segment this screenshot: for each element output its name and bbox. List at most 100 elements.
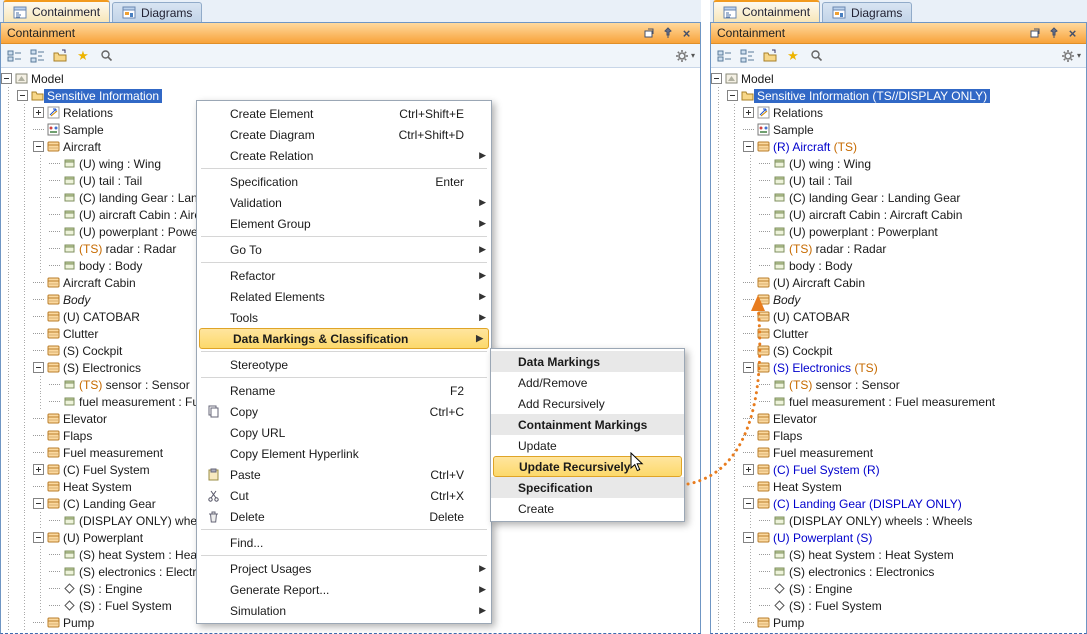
tree-item[interactable]: Heat System: [711, 478, 1086, 495]
float-icon[interactable]: [641, 26, 656, 41]
menu-item-cut[interactable]: CutCtrl+X: [197, 485, 491, 506]
submenu-item-create[interactable]: Create: [491, 498, 684, 519]
tree-item[interactable]: Sensitive Information (TS//DISPLAY ONLY): [711, 87, 1086, 104]
menu-item-go-to[interactable]: Go To▶: [197, 239, 491, 260]
tree-item[interactable]: (U) CATOBAR: [711, 308, 1086, 325]
menu-item-create-diagram[interactable]: Create DiagramCtrl+Shift+D: [197, 124, 491, 145]
toolbar-options-group[interactable]: ▾: [1061, 49, 1081, 63]
menu-item-refactor[interactable]: Refactor▶: [197, 265, 491, 286]
close-icon[interactable]: ×: [679, 26, 694, 41]
collapse-icon[interactable]: [33, 532, 44, 543]
tree-item[interactable]: Model: [1, 70, 700, 87]
tree-item[interactable]: Elevator: [711, 410, 1086, 427]
tree-item[interactable]: Pump: [711, 614, 1086, 631]
menu-item-find[interactable]: Find...: [197, 532, 491, 553]
menu-item-specification[interactable]: SpecificationEnter: [197, 171, 491, 192]
menu-item-data-markings-classification[interactable]: Data Markings & Classification▶: [199, 328, 489, 349]
menu-item-validation[interactable]: Validation▶: [197, 192, 491, 213]
tree-item[interactable]: fuel measurement : Fuel measurement: [711, 393, 1086, 410]
menu-item-rename[interactable]: RenameF2: [197, 380, 491, 401]
expand-icon[interactable]: [33, 464, 44, 475]
tree-item[interactable]: (U) wing : Wing: [711, 155, 1086, 172]
menu-item-simulation[interactable]: Simulation▶: [197, 600, 491, 621]
collapse-icon[interactable]: [743, 141, 754, 152]
search-icon[interactable]: [808, 48, 824, 64]
search-icon[interactable]: [98, 48, 114, 64]
collapse-all-icon[interactable]: [6, 48, 22, 64]
tab-containment[interactable]: Containment: [3, 0, 110, 22]
submenu-item-add-recursively[interactable]: Add Recursively: [491, 393, 684, 414]
menu-item-stereotype[interactable]: Stereotype: [197, 354, 491, 375]
dropdown-caret-icon[interactable]: ▾: [691, 52, 695, 60]
options-gear-icon[interactable]: [1061, 49, 1075, 63]
tree-item[interactable]: Fuel measurement: [711, 444, 1086, 461]
tree-item[interactable]: (C) Landing Gear (DISPLAY ONLY): [711, 495, 1086, 512]
tree-item[interactable]: (U) Aircraft Cabin: [711, 274, 1086, 291]
tree-item[interactable]: (DISPLAY ONLY) wheels : Wheels: [711, 512, 1086, 529]
open-diagram-icon[interactable]: [52, 48, 68, 64]
tree-item[interactable]: (U) aircraft Cabin : Aircraft Cabin: [711, 206, 1086, 223]
collapse-icon[interactable]: [33, 498, 44, 509]
expand-icon[interactable]: [33, 107, 44, 118]
collapse-all-icon[interactable]: [716, 48, 732, 64]
tree-item[interactable]: (S) : Fuel System: [711, 597, 1086, 614]
expand-all-icon[interactable]: [739, 48, 755, 64]
menu-item-create-relation[interactable]: Create Relation▶: [197, 145, 491, 166]
dropdown-caret-icon[interactable]: ▾: [1077, 52, 1081, 60]
tree-item[interactable]: (S) electronics : Electronics: [711, 563, 1086, 580]
tree-item[interactable]: Flaps: [711, 427, 1086, 444]
menu-item-tools[interactable]: Tools▶: [197, 307, 491, 328]
tree-item[interactable]: (TS) radar : Radar: [711, 240, 1086, 257]
tree-item[interactable]: Relations: [711, 104, 1086, 121]
tab-containment[interactable]: Containment: [713, 0, 820, 22]
collapse-icon[interactable]: [727, 90, 738, 101]
expand-icon[interactable]: [743, 107, 754, 118]
submenu-item-update[interactable]: Update: [491, 435, 684, 456]
pin-icon[interactable]: [660, 26, 675, 41]
menu-item-create-element[interactable]: Create ElementCtrl+Shift+E: [197, 103, 491, 124]
menu-item-generate-report[interactable]: Generate Report...▶: [197, 579, 491, 600]
tree-item[interactable]: (S) Cockpit: [711, 342, 1086, 359]
tree-item[interactable]: (S) heat System : Heat System: [711, 546, 1086, 563]
menu-item-copy-element-hyperlink[interactable]: Copy Element Hyperlink: [197, 443, 491, 464]
submenu-item-add-remove[interactable]: Add/Remove: [491, 372, 684, 393]
collapse-icon[interactable]: [743, 498, 754, 509]
options-gear-icon[interactable]: [675, 49, 689, 63]
menu-item-delete[interactable]: DeleteDelete: [197, 506, 491, 527]
collapse-icon[interactable]: [711, 73, 722, 84]
submenu-item-update-recursively[interactable]: Update Recursively: [493, 456, 682, 477]
close-icon[interactable]: ×: [1065, 26, 1080, 41]
expand-icon[interactable]: [743, 464, 754, 475]
collapse-icon[interactable]: [33, 141, 44, 152]
tree-item[interactable]: (C) Fuel System (R): [711, 461, 1086, 478]
favorites-icon[interactable]: ★: [785, 48, 801, 64]
tree-item[interactable]: (C) landing Gear : Landing Gear: [711, 189, 1086, 206]
collapse-icon[interactable]: [17, 90, 28, 101]
tree-item[interactable]: Clutter: [711, 325, 1086, 342]
collapse-icon[interactable]: [743, 532, 754, 543]
collapse-icon[interactable]: [1, 73, 12, 84]
menu-item-copy[interactable]: CopyCtrl+C: [197, 401, 491, 422]
tree-item[interactable]: (U) powerplant : Powerplant: [711, 223, 1086, 240]
tree-item[interactable]: body : Body: [711, 257, 1086, 274]
expand-all-icon[interactable]: [29, 48, 45, 64]
collapse-icon[interactable]: [743, 362, 754, 373]
toolbar-options-group[interactable]: ▾: [675, 49, 695, 63]
menu-item-project-usages[interactable]: Project Usages▶: [197, 558, 491, 579]
tree-item[interactable]: (U) Powerplant (S): [711, 529, 1086, 546]
tree-item[interactable]: (S) Electronics (TS): [711, 359, 1086, 376]
menu-item-paste[interactable]: PasteCtrl+V: [197, 464, 491, 485]
tree-item[interactable]: (U) tail : Tail: [711, 172, 1086, 189]
menu-item-related-elements[interactable]: Related Elements▶: [197, 286, 491, 307]
tree-item[interactable]: (S) : Engine: [711, 580, 1086, 597]
tab-diagrams[interactable]: Diagrams: [112, 2, 202, 22]
open-diagram-icon[interactable]: [762, 48, 778, 64]
menu-item-element-group[interactable]: Element Group▶: [197, 213, 491, 234]
float-icon[interactable]: [1027, 26, 1042, 41]
pin-icon[interactable]: [1046, 26, 1061, 41]
menu-item-copy-url[interactable]: Copy URL: [197, 422, 491, 443]
tree-item[interactable]: (R) Aircraft (TS): [711, 138, 1086, 155]
favorites-icon[interactable]: ★: [75, 48, 91, 64]
tree-item[interactable]: Model: [711, 70, 1086, 87]
tree-item[interactable]: Sample: [711, 121, 1086, 138]
